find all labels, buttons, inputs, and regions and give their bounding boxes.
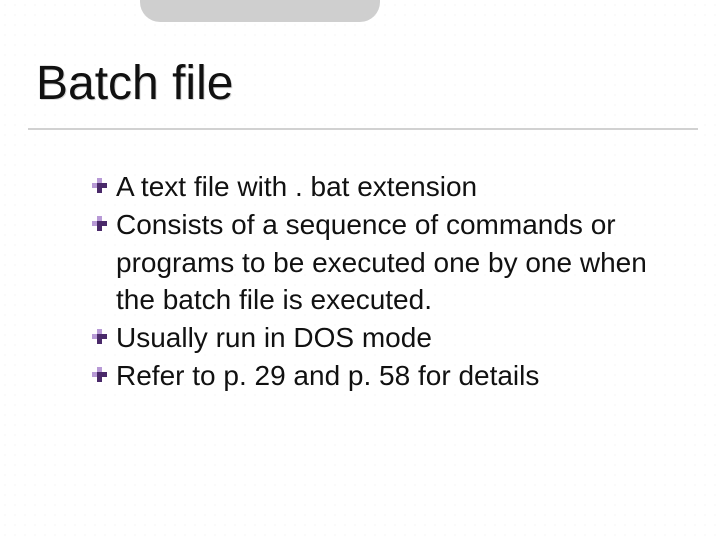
list-item-text: Refer to p. 29 and p. 58 for details bbox=[116, 360, 539, 391]
list-item: Refer to p. 29 and p. 58 for details bbox=[92, 357, 670, 395]
bullet-icon bbox=[92, 367, 107, 382]
bullet-icon bbox=[92, 216, 107, 231]
list-item: Consists of a sequence of commands or pr… bbox=[92, 206, 670, 319]
bullet-icon bbox=[92, 329, 107, 344]
title-underline bbox=[28, 128, 698, 130]
list-item: Usually run in DOS mode bbox=[92, 319, 670, 357]
bullet-list: A text file with . bat extension Consist… bbox=[92, 168, 670, 395]
list-item: A text file with . bat extension bbox=[92, 168, 670, 206]
list-item-text: Consists of a sequence of commands or pr… bbox=[116, 209, 647, 316]
slide-title: Batch file bbox=[36, 58, 233, 111]
list-item-text: Usually run in DOS mode bbox=[116, 322, 432, 353]
slide-body: A text file with . bat extension Consist… bbox=[92, 168, 670, 395]
list-item-text: A text file with . bat extension bbox=[116, 171, 477, 202]
bullet-icon bbox=[92, 178, 107, 193]
slide: Batch file A text file with . bat extens… bbox=[0, 0, 720, 540]
